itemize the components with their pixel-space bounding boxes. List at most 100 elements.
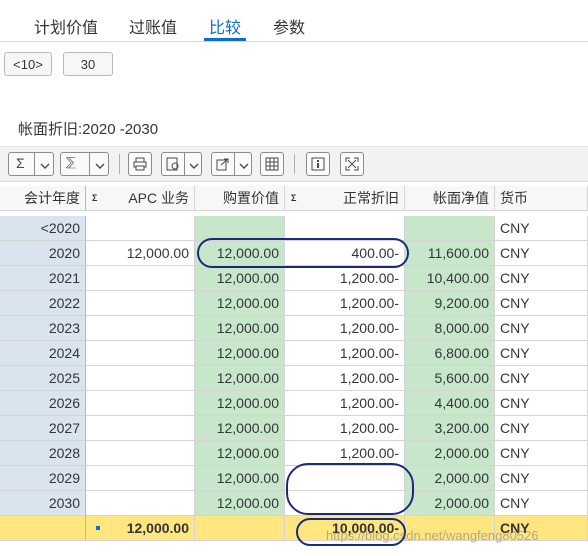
export-button[interactable]	[211, 152, 252, 176]
tab-parameters[interactable]: 参数	[273, 14, 305, 38]
cell-currency: CNY	[495, 466, 588, 491]
cell-year: 2020	[0, 241, 86, 266]
cell-year: 2030	[0, 491, 86, 516]
cell-apc	[86, 316, 195, 341]
cell-apc	[86, 266, 195, 291]
cell-year: <2020	[0, 216, 86, 241]
table-row[interactable]: 2021 12,000.00 1,200.00- 10,400.00 CNY	[0, 266, 588, 291]
cell-apc	[86, 441, 195, 466]
cell-apc	[86, 491, 195, 516]
cell-acquisition-value: 12,000.00	[195, 291, 285, 316]
cell-acquisition-value: 12,000.00	[195, 441, 285, 466]
cell-acquisition-value: 12,000.00	[195, 266, 285, 291]
header-acquisition-value[interactable]: 购置价值	[195, 186, 285, 211]
cell-year: 2026	[0, 391, 86, 416]
cell-net-book-value: 6,800.00	[405, 341, 495, 366]
cell-apc	[86, 366, 195, 391]
cell-currency: CNY	[495, 341, 588, 366]
view-button[interactable]	[161, 152, 202, 176]
fullscreen-button[interactable]	[340, 152, 364, 176]
cell-depreciation: 1,200.00-	[285, 416, 405, 441]
sum-icon: Σ	[16, 155, 25, 171]
tab-bar: 计划价值 过账值 比较 参数	[0, 0, 588, 42]
header-ordinary-depreciation[interactable]: Σ 正常折旧	[285, 186, 405, 211]
cell-year: 2028	[0, 441, 86, 466]
cell-year: 2025	[0, 366, 86, 391]
sum-button[interactable]: Σ	[8, 152, 54, 176]
sum-marker-icon: Σ	[291, 193, 297, 203]
cell-apc	[86, 391, 195, 416]
chevron-down-icon	[189, 159, 199, 173]
cell-net-book-value: 11,600.00	[405, 241, 495, 266]
period-count-button[interactable]: 30	[63, 52, 113, 76]
print-icon	[133, 157, 147, 171]
cell-year: 2024	[0, 341, 86, 366]
cell-currency: CNY	[495, 241, 588, 266]
header-net-book-value[interactable]: 帐面净值	[405, 186, 495, 211]
cell-currency: CNY	[495, 316, 588, 341]
previous-period-button[interactable]: <10>	[4, 52, 52, 76]
cell-currency: CNY	[495, 366, 588, 391]
cell-acquisition-value: 12,000.00	[195, 341, 285, 366]
cell-acquisition-value: 12,000.00	[195, 316, 285, 341]
watermark: https://blog.csdn.net/wangfeng80526	[326, 528, 539, 543]
cell-year: 2022	[0, 291, 86, 316]
cell-currency: CNY	[495, 216, 588, 241]
total-apc: 12,000.00	[86, 516, 195, 541]
tab-comparison[interactable]: 比较	[209, 14, 241, 38]
layout-grid-button[interactable]	[260, 152, 284, 176]
cell-acquisition-value: 12,000.00	[195, 466, 285, 491]
cell-year: 2023	[0, 316, 86, 341]
table-row[interactable]: 2022 12,000.00 1,200.00- 9,200.00 CNY	[0, 291, 588, 316]
annotation-oval	[197, 238, 409, 268]
cell-acquisition-value: 12,000.00	[195, 416, 285, 441]
view-icon	[166, 157, 179, 171]
cell-depreciation: 1,200.00-	[285, 366, 405, 391]
cell-net-book-value: 8,000.00	[405, 316, 495, 341]
cell-apc	[86, 341, 195, 366]
table-row[interactable]: 2028 12,000.00 1,200.00- 2,000.00 CNY	[0, 441, 588, 466]
total-acquisition-value	[195, 516, 285, 541]
chevron-down-icon	[40, 159, 50, 173]
cell-apc	[86, 466, 195, 491]
export-icon	[216, 158, 229, 171]
section-title: 帐面折旧:2020 -2030	[18, 121, 159, 138]
cell-currency: CNY	[495, 291, 588, 316]
table-row[interactable]: 2023 12,000.00 1,200.00- 8,000.00 CNY	[0, 316, 588, 341]
subtotal-button[interactable]: ⅀	[60, 152, 109, 176]
header-fiscal-year[interactable]: 会计年度	[0, 186, 86, 211]
layout-grid-icon	[265, 157, 279, 171]
cell-depreciation: 1,200.00-	[285, 266, 405, 291]
subtotal-icon: ⅀	[66, 155, 76, 169]
cell-depreciation: 1,200.00-	[285, 316, 405, 341]
cell-net-book-value: 5,600.00	[405, 366, 495, 391]
cell-year: 2021	[0, 266, 86, 291]
tab-posted-values[interactable]: 过账值	[129, 14, 177, 38]
cell-apc	[86, 416, 195, 441]
cell-depreciation: 1,200.00-	[285, 291, 405, 316]
tab-planned-values[interactable]: 计划价值	[34, 14, 98, 38]
cell-year: 2029	[0, 466, 86, 491]
cell-currency: CNY	[495, 266, 588, 291]
chevron-down-icon	[95, 159, 105, 173]
info-button[interactable]	[306, 152, 330, 176]
total-marker-icon	[96, 526, 100, 530]
cell-currency: CNY	[495, 491, 588, 516]
cell-net-book-value: 2,000.00	[405, 466, 495, 491]
cell-net-book-value: 2,000.00	[405, 441, 495, 466]
cell-acquisition-value: 12,000.00	[195, 391, 285, 416]
cell-net-book-value: 2,000.00	[405, 491, 495, 516]
cell-currency: CNY	[495, 391, 588, 416]
table-row[interactable]: 2026 12,000.00 1,200.00- 4,400.00 CNY	[0, 391, 588, 416]
table-row[interactable]: 2025 12,000.00 1,200.00- 5,600.00 CNY	[0, 366, 588, 391]
table-row[interactable]: 2024 12,000.00 1,200.00- 6,800.00 CNY	[0, 341, 588, 366]
print-button[interactable]	[128, 152, 152, 176]
annotation-oval	[286, 463, 414, 515]
table-header: 会计年度 Σ APC 业务 购置价值 Σ 正常折旧 帐面净值 货币	[0, 186, 588, 211]
cell-acquisition-value: 12,000.00	[195, 491, 285, 516]
cell-net-book-value: 9,200.00	[405, 291, 495, 316]
table-row[interactable]: 2027 12,000.00 1,200.00- 3,200.00 CNY	[0, 416, 588, 441]
cell-apc	[86, 291, 195, 316]
header-currency[interactable]: 货币	[495, 186, 588, 211]
header-apc[interactable]: Σ APC 业务	[86, 186, 195, 211]
